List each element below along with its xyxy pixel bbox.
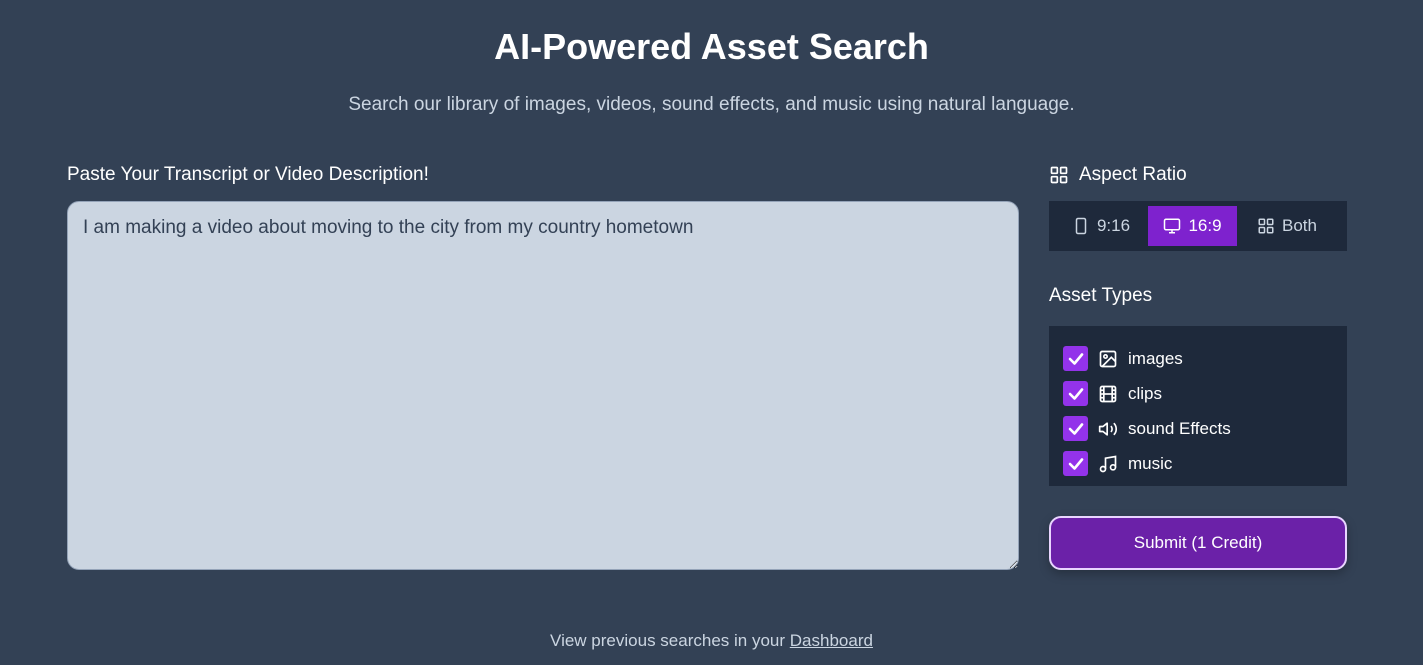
footer: View previous searches in your Dashboard — [0, 631, 1423, 651]
aspect-option-9-16[interactable]: 9:16 — [1054, 206, 1148, 246]
aspect-option-label: 9:16 — [1096, 216, 1131, 235]
dashboard-link[interactable]: Dashboard — [790, 631, 873, 650]
aspect-ratio-heading: Aspect Ratio — [1049, 164, 1187, 186]
asset-type-images[interactable]: images — [1063, 341, 1333, 376]
film-icon — [1098, 384, 1118, 404]
aspect-option-both[interactable]: Both — [1237, 206, 1337, 246]
clips-checkbox[interactable] — [1063, 381, 1088, 406]
asset-type-label: images — [1128, 348, 1183, 368]
music-checkbox[interactable] — [1063, 451, 1088, 476]
page-subtitle: Search our library of images, videos, so… — [348, 94, 1075, 115]
image-icon — [1098, 349, 1118, 369]
asset-type-label: music — [1128, 453, 1173, 473]
submit-button[interactable]: Submit (1 Credit) — [1049, 516, 1347, 570]
footer-text: View previous searches in your — [550, 631, 786, 650]
aspect-option-label: 16:9 — [1188, 216, 1222, 235]
asset-types-list: images clips sound Effects music — [1049, 326, 1347, 486]
asset-type-music[interactable]: music — [1063, 446, 1333, 481]
aspect-option-16-9[interactable]: 16:9 — [1148, 206, 1237, 246]
sound-effects-checkbox[interactable] — [1063, 416, 1088, 441]
asset-types-heading: Asset Types — [1049, 285, 1153, 306]
aspect-ratio-heading-label: Aspect Ratio — [1079, 164, 1187, 185]
images-checkbox[interactable] — [1063, 346, 1088, 371]
asset-type-sound-effects[interactable]: sound Effects — [1063, 411, 1333, 446]
grid-icon — [1257, 217, 1275, 235]
transcript-label: Paste Your Transcript or Video Descripti… — [67, 164, 429, 185]
asset-type-label: sound Effects — [1128, 418, 1231, 438]
transcript-input[interactable]: I am making a video about moving to the … — [67, 201, 1019, 570]
page-title: AI-Powered Asset Search — [494, 26, 929, 67]
music-note-icon — [1098, 454, 1118, 474]
phone-icon — [1072, 217, 1090, 235]
asset-type-clips[interactable]: clips — [1063, 376, 1333, 411]
aspect-option-label: Both — [1282, 216, 1317, 235]
grid-icon — [1049, 165, 1069, 185]
monitor-icon — [1163, 217, 1181, 235]
aspect-ratio-selector: 9:16 16:9 Both — [1049, 201, 1347, 251]
speaker-icon — [1098, 419, 1118, 439]
asset-type-label: clips — [1128, 383, 1163, 403]
